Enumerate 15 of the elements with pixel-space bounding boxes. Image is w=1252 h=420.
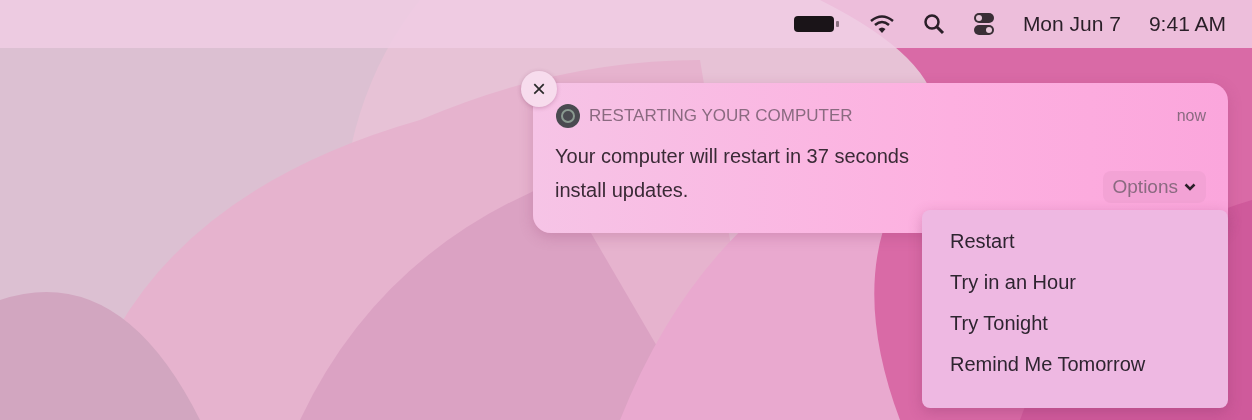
notification-title: RESTARTING YOUR COMPUTER <box>589 106 854 126</box>
menu-item[interactable]: Remind Me Tomorrow <box>930 347 1220 382</box>
app-icon <box>555 103 581 129</box>
toggle-switches-icon[interactable] <box>972 12 995 36</box>
search-icon[interactable] <box>922 13 945 35</box>
menu-bar-time: 9:41 AM <box>1148 12 1226 36</box>
menu-bar-date: Mon Jun 7 <box>1022 12 1121 36</box>
notification-message: Your computer will restart in 37 seconds install updates. <box>555 144 909 203</box>
wifi-icon[interactable] <box>868 13 895 35</box>
battery-icon[interactable] <box>792 14 841 34</box>
chevron-down-icon <box>1184 183 1196 191</box>
notification-time: now <box>1176 107 1206 125</box>
menu-item[interactable]: Try in an Hour <box>930 265 1220 300</box>
menu-item[interactable]: Restart <box>930 224 1220 259</box>
menu-item[interactable]: Try Tonight <box>930 306 1220 341</box>
